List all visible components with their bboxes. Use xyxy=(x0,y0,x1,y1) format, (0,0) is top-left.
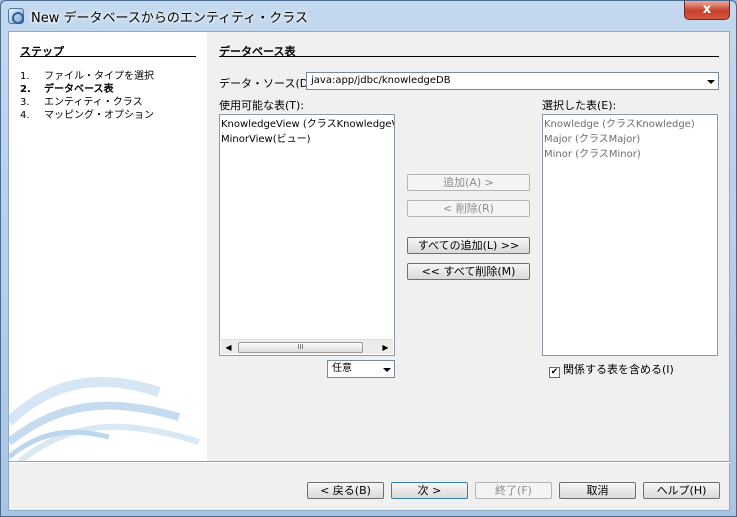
list-item[interactable]: Minor (クラスMinor) xyxy=(544,147,716,162)
available-tables-list[interactable]: KnowledgeView (クラスKnowledgeV MinorView(ビ… xyxy=(219,114,395,356)
list-item[interactable]: Knowledge (クラスKnowledge) xyxy=(544,117,716,132)
footer-divider xyxy=(9,461,731,463)
back-button[interactable]: < 戻る(B) xyxy=(307,482,384,499)
steps-divider xyxy=(20,56,196,57)
scroll-thumb[interactable]: III xyxy=(238,342,363,353)
scroll-right-icon[interactable]: ▶ xyxy=(378,340,393,355)
close-button[interactable]: x xyxy=(684,1,730,20)
step-item-2-current: 2. データベース表 xyxy=(20,84,114,95)
scroll-left-icon[interactable]: ◀ xyxy=(221,340,236,355)
chevron-down-icon xyxy=(383,368,391,372)
add-all-button[interactable]: すべての追加(L) >> xyxy=(407,237,530,254)
step-item-3: 3. エンティティ・クラス xyxy=(20,97,143,108)
decorative-swirl-graphic xyxy=(9,377,200,461)
selected-tables-list[interactable]: Knowledge (クラスKnowledge) Major (クラスMajor… xyxy=(542,114,718,356)
filter-combo[interactable]: 任意 xyxy=(327,360,395,378)
datasource-value: java:app/jdbc/knowledgeDB xyxy=(311,75,451,86)
finish-button[interactable]: 終了(F) xyxy=(475,482,552,499)
selected-tables-label: 選択した表(E): xyxy=(542,99,617,112)
include-related-label: 関係する表を含める(I) xyxy=(563,363,674,376)
datasource-combo[interactable]: java:app/jdbc/knowledgeDB xyxy=(306,72,719,90)
filter-value: 任意 xyxy=(332,363,352,374)
next-button[interactable]: 次 > xyxy=(391,482,468,499)
step-item-4: 4. マッピング・オプション xyxy=(20,110,154,121)
datasource-label: データ・ソース(D): xyxy=(219,77,317,90)
horizontal-scrollbar[interactable]: ◀ III ▶ xyxy=(221,339,393,354)
list-item[interactable]: KnowledgeView (クラスKnowledgeV xyxy=(221,117,394,132)
cancel-button[interactable]: 取消 xyxy=(559,482,636,499)
list-item[interactable]: MinorView(ビュー) xyxy=(221,132,393,147)
steps-panel: ステップ 1. ファイル・タイプを選択 2. データベース表 3. エンティティ・クラ… xyxy=(9,32,207,461)
help-button[interactable]: ヘルプ(H) xyxy=(643,482,720,499)
add-button[interactable]: 追加(A) > xyxy=(407,174,530,191)
dialog-window: New データベースからのエンティティ・クラス x ステップ 1. ファイル・タイ… xyxy=(0,0,737,517)
checkbox-checked-icon[interactable]: ✔ xyxy=(549,367,560,378)
include-related-checkbox[interactable]: ✔ 関係する表を含める(I) xyxy=(549,361,674,378)
remove-button[interactable]: < 削除(R) xyxy=(407,200,530,217)
step-item-1: 1. ファイル・タイプを選択 xyxy=(20,71,154,82)
list-item[interactable]: Major (クラスMajor) xyxy=(544,132,716,147)
section-divider xyxy=(219,56,719,57)
title-bar[interactable]: New データベースからのエンティティ・クラス x xyxy=(1,1,736,31)
available-tables-label: 使用可能な表(T): xyxy=(219,99,305,112)
remove-all-button[interactable]: << すべて削除(M) xyxy=(407,263,530,280)
netbeans-app-icon xyxy=(8,8,24,24)
window-title: New データベースからのエンティティ・クラス xyxy=(31,11,309,26)
chevron-down-icon xyxy=(707,80,715,84)
dialog-client: ステップ 1. ファイル・タイプを選択 2. データベース表 3. エンティティ・クラ… xyxy=(8,31,731,511)
steps-list: 1. ファイル・タイプを選択 2. データベース表 3. エンティティ・クラス 4. マ… xyxy=(20,70,154,122)
database-tables-panel: データベース表 データ・ソース(D): java:app/jdbc/knowle… xyxy=(207,32,731,461)
